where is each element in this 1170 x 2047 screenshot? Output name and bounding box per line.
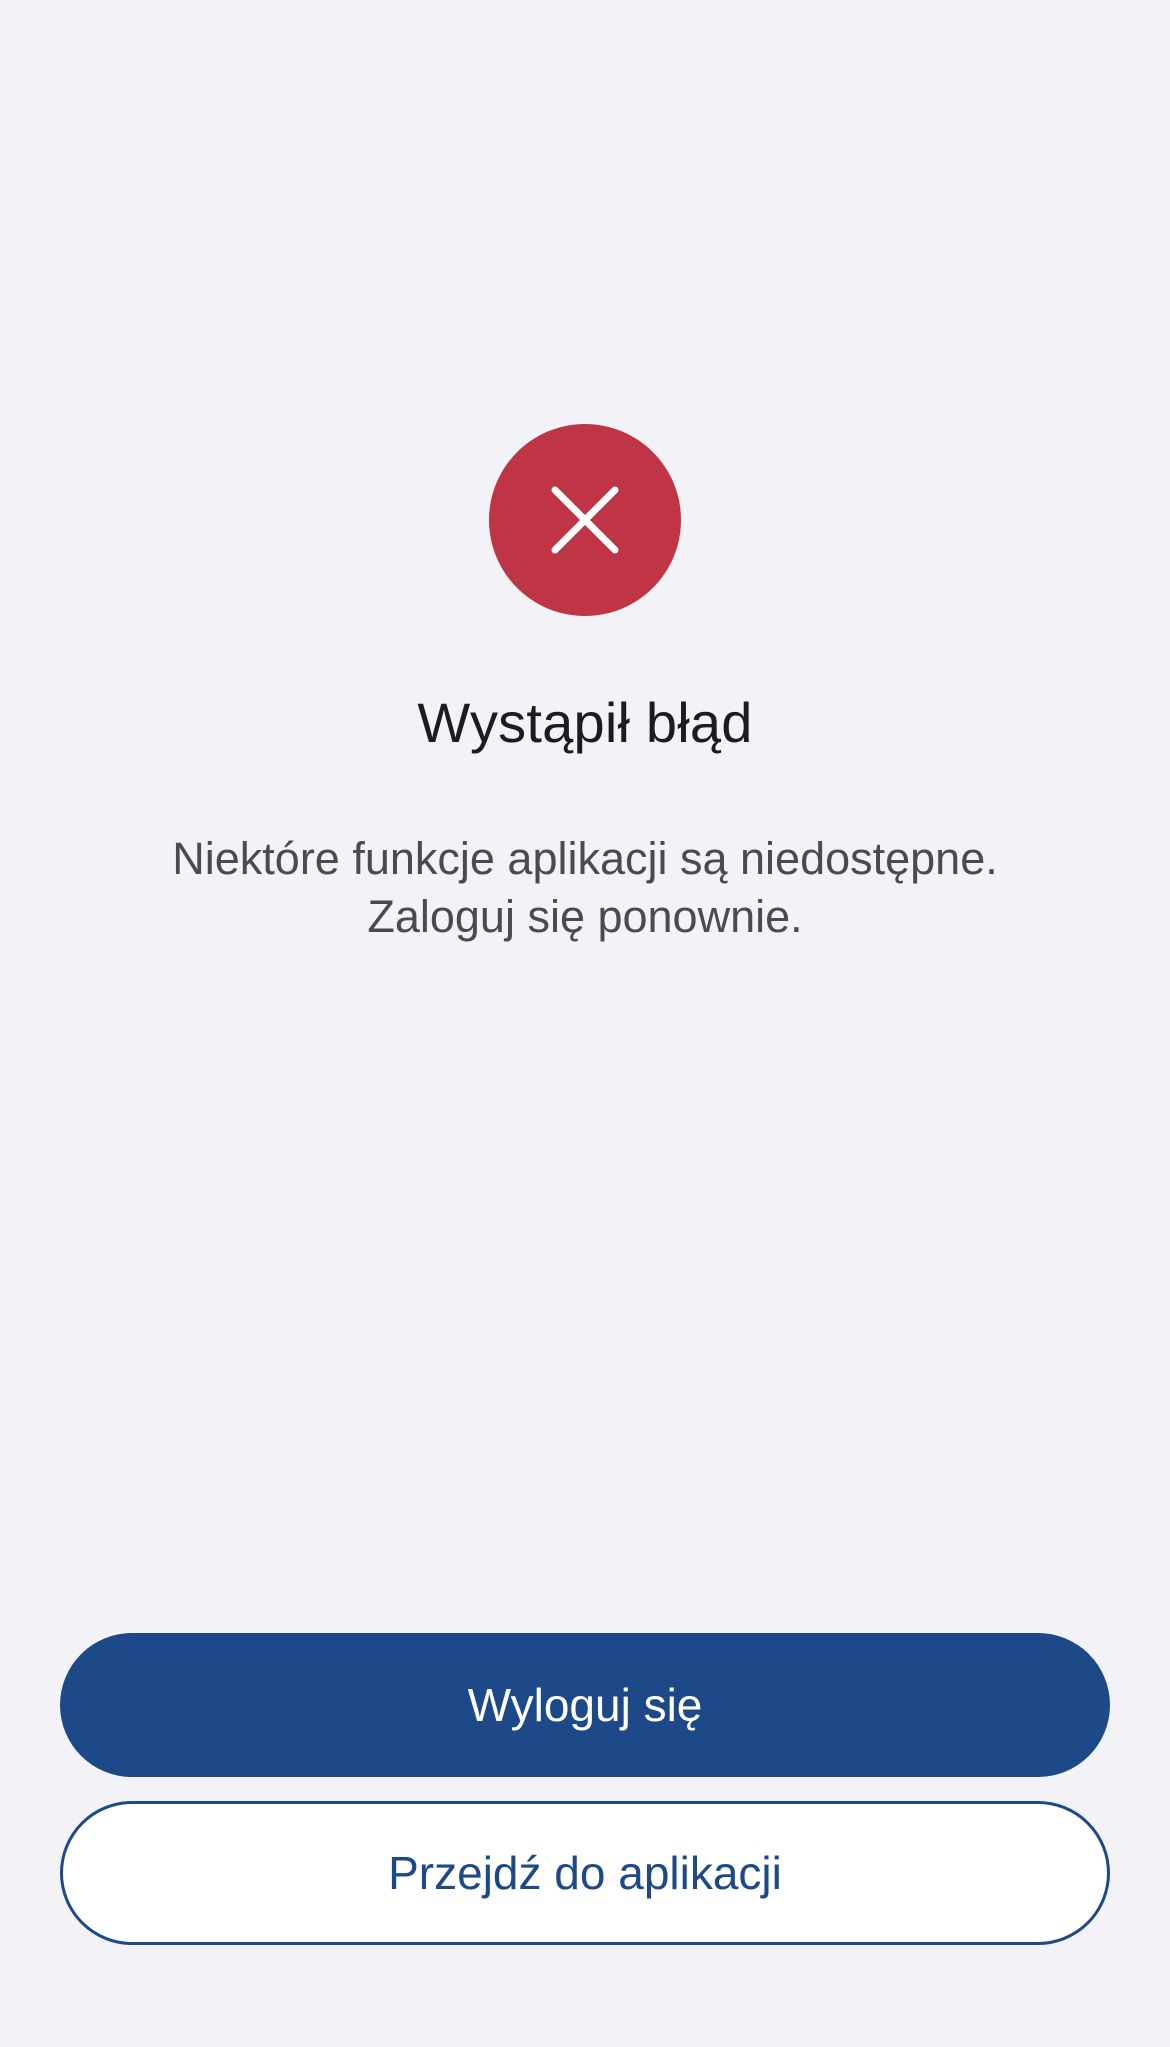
error-title: Wystąpił błąd [417, 691, 753, 754]
go-to-app-button[interactable]: Przejdź do aplikacji [60, 1801, 1110, 1945]
go-to-app-button-label: Przejdź do aplikacji [388, 1847, 782, 1899]
close-icon [551, 486, 619, 554]
error-badge [489, 424, 681, 616]
error-message: Niektóre funkcje aplikacji są niedostępn… [90, 830, 1080, 946]
logout-button[interactable]: Wyloguj się [60, 1633, 1110, 1777]
error-message-line: Zaloguj się ponownie. [367, 891, 803, 942]
error-message-line: Niektóre funkcje aplikacji są niedostępn… [172, 833, 998, 884]
logout-button-label: Wyloguj się [467, 1679, 703, 1731]
